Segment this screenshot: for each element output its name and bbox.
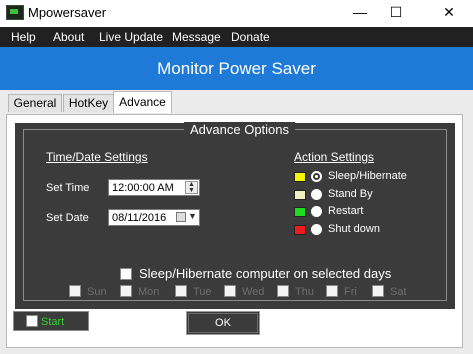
window-title: Mpowersaver [28, 5, 107, 20]
day-checkbox-tue[interactable] [175, 285, 187, 297]
advance-panel: Advance Options Time/Date Settings Set T… [6, 114, 463, 348]
chevron-down-icon[interactable]: ▼ [188, 211, 197, 221]
tab-general[interactable]: General [8, 94, 62, 112]
header-banner: Monitor Power Saver [0, 47, 473, 90]
minimize-button[interactable]: — [343, 0, 377, 26]
start-checkbox[interactable] [26, 315, 38, 327]
sleep-radio[interactable] [311, 171, 322, 182]
sleep-color-swatch [294, 172, 306, 182]
day-checkbox-fri[interactable] [326, 285, 338, 297]
calendar-icon[interactable] [176, 212, 186, 222]
time-spinner[interactable]: ▲ ▼ [185, 181, 198, 194]
day-label-mon: Mon [138, 286, 160, 298]
day-checkbox-thu[interactable] [277, 285, 289, 297]
title-bar: Mpowersaver — ☐ ✕ [0, 0, 473, 26]
advance-dark-area: Advance Options Time/Date Settings Set T… [15, 122, 455, 309]
advance-options-group: Advance Options Time/Date Settings Set T… [23, 122, 447, 301]
menu-message[interactable]: Message [172, 30, 221, 44]
restart-label: Restart [328, 205, 364, 217]
day-label-wed: Wed [242, 286, 265, 298]
start-toggle[interactable]: Start [13, 311, 89, 331]
app-monitor-icon [6, 5, 24, 20]
page-title: Monitor Power Saver [157, 59, 316, 78]
set-time-label: Set Time [46, 182, 90, 194]
menu-live-update[interactable]: Live Update [99, 30, 163, 44]
restart-color-swatch [294, 207, 306, 217]
tab-container: General HotKey Advance Advance Options T… [0, 90, 473, 354]
menu-donate[interactable]: Donate [231, 30, 270, 44]
day-label-sun: Sun [87, 286, 107, 298]
shutdown-color-swatch [294, 225, 306, 235]
standby-color-swatch [294, 190, 306, 200]
day-label-fri: Fri [344, 286, 357, 298]
standby-radio[interactable] [311, 189, 322, 200]
time-date-section-title: Time/Date Settings [46, 150, 148, 164]
start-label: Start [41, 316, 65, 328]
ok-button[interactable]: OK [186, 311, 260, 335]
group-title: Advance Options [184, 122, 296, 137]
shutdown-label: Shut down [328, 223, 380, 235]
standby-label: Stand By [328, 188, 373, 200]
sleep-days-label: Sleep/Hibernate computer on selected day… [139, 266, 392, 281]
restart-radio[interactable] [311, 206, 322, 217]
maximize-button[interactable]: ☐ [379, 0, 413, 26]
tab-advance[interactable]: Advance [113, 91, 172, 113]
set-date-label: Set Date [46, 212, 89, 224]
sleep-hibernate-label: Sleep/Hibernate [328, 170, 407, 182]
day-label-tue: Tue [193, 286, 212, 298]
day-checkbox-sat[interactable] [372, 285, 384, 297]
menu-help[interactable]: Help [11, 30, 36, 44]
ok-button-label: OK [215, 317, 231, 329]
shutdown-radio[interactable] [311, 224, 322, 235]
tab-hotkey[interactable]: HotKey [63, 94, 114, 112]
menu-bar: Help About Live Update Message Donate [0, 27, 473, 47]
day-checkbox-mon[interactable] [120, 285, 132, 297]
menu-about[interactable]: About [53, 30, 84, 44]
sleep-days-checkbox[interactable] [120, 268, 132, 280]
day-label-thu: Thu [295, 286, 314, 298]
action-section-title: Action Settings [294, 150, 375, 164]
set-date-input[interactable]: 08/11/2016 [108, 209, 200, 226]
day-label-sat: Sat [390, 286, 407, 298]
day-checkbox-wed[interactable] [224, 285, 236, 297]
close-button[interactable]: ✕ [427, 0, 471, 26]
day-checkbox-sun[interactable] [69, 285, 81, 297]
